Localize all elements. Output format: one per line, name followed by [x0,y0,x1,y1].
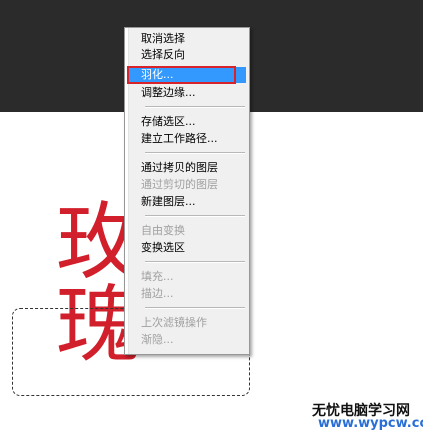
menu-item-fade: 渐隐... [141,333,174,346]
menu-item-refine-edge[interactable]: 调整边缘... [141,85,196,101]
menu-separator [145,152,245,154]
menu-separator [145,215,245,217]
menu-item-transform-selection[interactable]: 变换选区 [141,240,185,256]
menu-item-stroke: 描边... [141,287,174,300]
menu-item-deselect[interactable]: 取消选择 [141,31,185,47]
menu-separator [145,261,245,263]
menu-item-layer-via-cut: 通过剪切的图层 [141,178,218,191]
menu-item-last-filter: 上次滤镜操作 [141,316,207,329]
menu-item-save-selection[interactable]: 存储选区... [141,114,196,130]
watermark-url: www.wypcw.com [318,416,423,431]
menu-item-fill: 填充... [141,270,174,283]
menu-item-new-layer[interactable]: 新建图层... [141,194,196,210]
annotation-highlight-frame [127,66,236,84]
menu-separator [145,106,245,108]
menu-item-select-inverse[interactable]: 选择反向 [141,47,185,63]
menu-separator [145,307,245,309]
context-menu: 取消选择 选择反向 羽化... 调整边缘... 存储选区... 建立工作路径..… [124,27,250,355]
menu-item-free-transform: 自由变换 [141,224,185,237]
menu-item-layer-via-copy[interactable]: 通过拷贝的图层 [141,160,218,176]
menu-item-make-work-path[interactable]: 建立工作路径... [141,131,218,147]
